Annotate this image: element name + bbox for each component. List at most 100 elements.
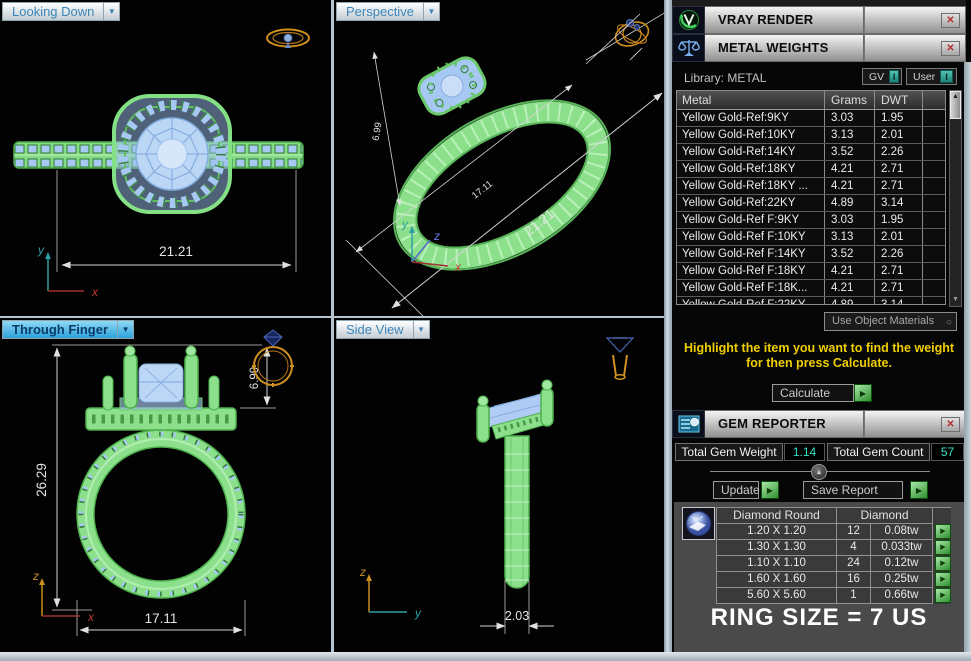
viewport-label[interactable]: Through Finger [2,320,117,339]
table-scrollbar[interactable]: ▲ ▼ [949,90,962,307]
dimension-label: 6.99 [371,122,385,142]
panel-scrollbar[interactable] [964,62,971,652]
save-report-run-icon[interactable]: ▶ [910,481,928,499]
update-control: Update ▶ [713,481,779,499]
viewport-title-perspective[interactable]: Perspective ▼ [336,2,440,21]
table-row[interactable]: Yellow Gold-Ref F:9KY3.031.95 [677,212,945,229]
gem-row-run-icon[interactable]: ▶ [935,556,951,571]
calculate-run-icon[interactable]: ▶ [854,384,872,402]
gem-reporter-header: GEM REPORTER ✕ [672,410,966,438]
close-icon[interactable]: ✕ [941,417,960,432]
panel-title: GEM REPORTER [705,410,864,438]
bottom-strip [0,652,971,661]
dimension-label: 17.11 [470,179,495,202]
table-row[interactable]: Yellow Gold-Ref F:22KY4.893.14 [677,297,945,304]
table-row[interactable]: Yellow Gold-Ref F:18K...4.212.71 [677,280,945,297]
gv-button-label: GV [869,71,884,83]
viewport-divider-horizontal [0,316,664,318]
detail-slider-handle[interactable]: ▲ [811,464,827,480]
axis-y-label: y [414,606,422,620]
scroll-down-icon[interactable]: ▼ [950,294,961,306]
save-report-button[interactable]: Save Report [803,481,903,499]
table-row[interactable]: Yellow Gold-Ref:10KY3.132.01 [677,127,945,144]
gv-button[interactable]: GV I [862,68,902,85]
gem-table: Diamond Round Diamond 1.20 X 1.20120.08t… [716,507,951,604]
gem-row-run-icon[interactable]: ▶ [935,524,951,539]
viewport-perspective[interactable]: Perspective ▼ [334,0,664,316]
ring-icon [586,14,652,64]
gem-row: 1.20 X 1.20120.08tw▶ [717,524,951,540]
col-grams: Grams [825,91,875,109]
table-row[interactable]: Yellow Gold-Ref:18KY ...4.212.71 [677,178,945,195]
axis-y-label: y [37,243,45,257]
gem-summary-panel: Diamond Round Diamond 1.20 X 1.20120.08t… [674,502,964,652]
gem-row-run-icon[interactable]: ▶ [935,540,951,555]
viewport-title-through-finger[interactable]: Through Finger ▼ [2,320,134,339]
update-run-icon[interactable]: ▶ [761,481,779,499]
user-indicator: I [940,70,953,83]
gem-row-run-icon[interactable]: ▶ [935,572,951,587]
chevron-down-icon[interactable]: ▼ [413,320,430,339]
dimension-label: 17.11 [145,611,178,626]
instruction-text: Highlight the item you want to find the … [672,341,966,371]
header-spacer: ✕ [864,6,966,34]
viewport-label[interactable]: Looking Down [2,2,103,21]
halo-top-view [114,96,230,212]
table-row[interactable]: Yellow Gold-Ref:22KY4.893.14 [677,195,945,212]
gv-indicator: I [889,70,899,83]
col-dwt: DWT [875,91,923,109]
axis-y-label: y [401,217,409,231]
save-report-control: Save Report ▶ [803,481,928,499]
col-diamond: Diamond [837,508,933,524]
use-object-materials-label: Use Object Materials [832,315,934,327]
table-row[interactable]: Yellow Gold-Ref:18KY4.212.71 [677,161,945,178]
panel-splitter[interactable] [664,0,672,661]
table-row[interactable]: Yellow Gold-Ref F:14KY3.522.26 [677,246,945,263]
viewport-through-finger[interactable]: Through Finger ▼ [0,318,331,652]
scroll-up-icon: ▲ [952,93,959,100]
table-row[interactable]: Yellow Gold-Ref:9KY3.031.95 [677,110,945,127]
gem-row: 1.10 X 1.10240.12tw▶ [717,556,951,572]
gem-row-run-icon[interactable]: ▶ [935,588,951,603]
side-panel: VRAY RENDER ✕ METAL WEIGHTS ✕ Library: M… [672,0,971,661]
dimension-label: 26.29 [34,463,49,497]
perspective-drawing: 21.21 17.11 6.99 y z x [334,0,664,316]
calculate-button[interactable]: Calculate [772,384,854,402]
ring-head-3d [413,52,490,121]
gem-row: 1.60 X 1.60160.25tw▶ [717,572,951,588]
chevron-down-icon[interactable]: ▼ [117,320,134,339]
axis-z-label: z [32,569,39,583]
axis-x-label: x [91,285,99,299]
gem-table-header: Diamond Round Diamond [717,508,951,524]
user-button[interactable]: User I [906,68,957,85]
use-object-materials-button[interactable]: Use Object Materials ○ [824,312,957,331]
gem-reporter-icon [672,410,705,438]
scale-icon [672,34,705,62]
calculate-control: Calculate ▶ [772,384,872,402]
chevron-down-icon[interactable]: ▼ [103,2,120,21]
viewport-title-side-view[interactable]: Side View ▼ [336,320,430,339]
col-diamond-round: Diamond Round [717,508,837,524]
gem-row: 1.30 X 1.3040.033tw▶ [717,540,951,556]
update-button[interactable]: Update [713,481,759,499]
axis-z-label: z [359,565,366,579]
table-row[interactable]: Yellow Gold-Ref F:18KY4.212.71 [677,263,945,280]
axis-indicator: z y [359,565,422,620]
scrollbar-thumb[interactable]: ▲ [950,91,961,119]
ring-head-front [86,346,236,430]
col-metal: Metal [677,91,825,109]
user-button-label: User [913,71,935,83]
table-row[interactable]: Yellow Gold-Ref F:10KY3.132.01 [677,229,945,246]
viewport-label[interactable]: Side View [336,320,413,339]
viewport-label[interactable]: Perspective [336,2,423,21]
close-icon[interactable]: ✕ [941,41,960,56]
metal-weights-header: METAL WEIGHTS ✕ [672,34,966,62]
ring-size-text: RING SIZE = 7 US [674,604,964,632]
table-row[interactable]: Yellow Gold-Ref:14KY3.522.26 [677,144,945,161]
chevron-down-icon[interactable]: ▼ [423,2,440,21]
ring-front-view [77,430,245,598]
viewport-title-looking-down[interactable]: Looking Down ▼ [2,2,120,21]
close-icon[interactable]: ✕ [941,13,960,28]
viewport-side-view[interactable]: Side View ▼ [334,318,664,652]
viewport-looking-down[interactable]: Looking Down ▼ [0,0,331,316]
